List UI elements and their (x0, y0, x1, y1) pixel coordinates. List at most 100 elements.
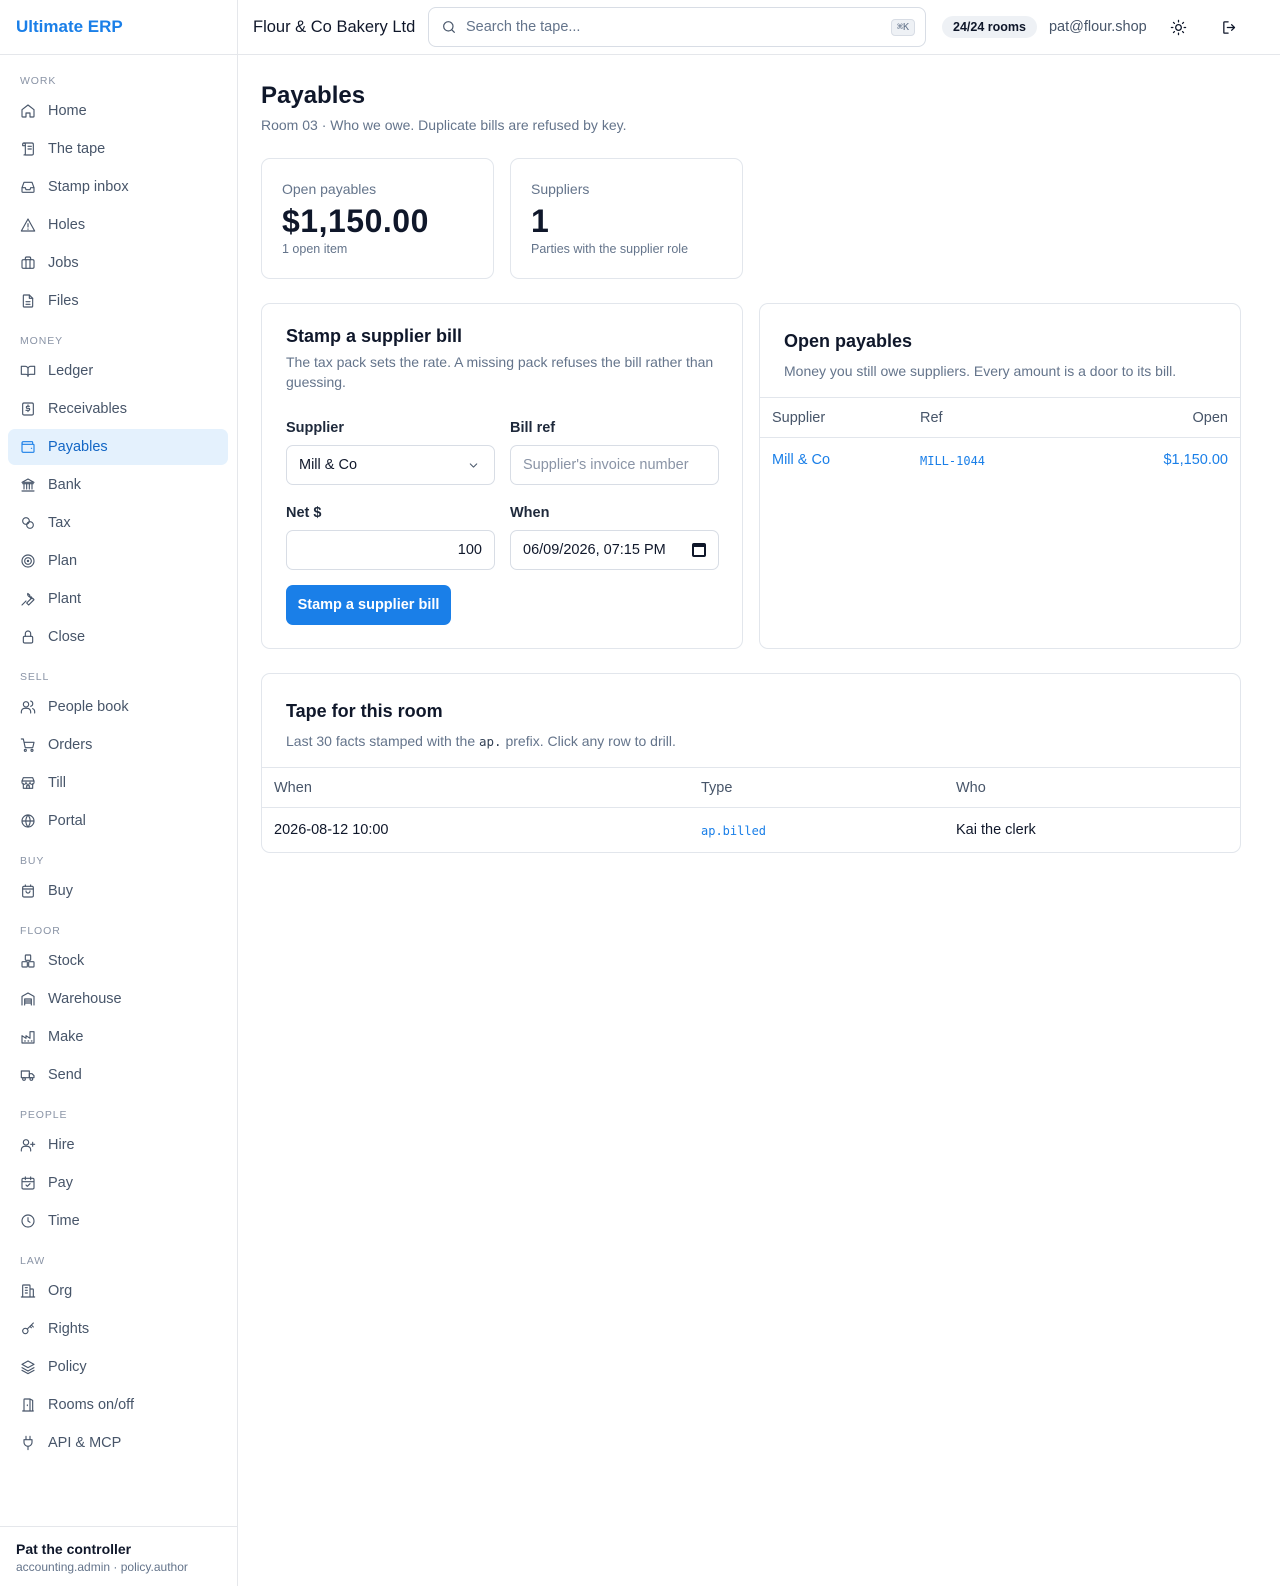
brand-logo[interactable]: Ultimate ERP (0, 0, 237, 55)
sidebar-item-label: Make (48, 1029, 84, 1045)
factory-icon (20, 1029, 36, 1045)
cart-icon (20, 737, 36, 753)
sidebar-item-buy[interactable]: Buy (8, 873, 228, 909)
clock-icon (20, 1213, 36, 1229)
sidebar-item-portal[interactable]: Portal (8, 803, 228, 839)
user-card[interactable]: Pat the controller accounting.admin · po… (0, 1526, 237, 1586)
sidebar-item-label: Org (48, 1283, 73, 1299)
search-shortcut: ⌘K (890, 19, 915, 36)
page-subtitle: Room 03 · Who we owe. Duplicate bills ar… (261, 117, 627, 133)
calendar-icon[interactable] (692, 543, 706, 557)
sun-icon[interactable] (1169, 17, 1189, 37)
stamp-bill-button[interactable]: Stamp a supplier bill (286, 585, 451, 625)
sidebar-item-stock[interactable]: Stock (8, 943, 228, 979)
sidebar-item-policy[interactable]: Policy (8, 1349, 228, 1385)
user-email: pat@flour.shop (1048, 19, 1147, 35)
sidebar-item-label: Plan (48, 553, 78, 569)
supplier-select[interactable]: Mill & Co (286, 445, 495, 485)
column-header-supplier: Supplier (772, 410, 826, 426)
net-amount-value: 100 (457, 542, 482, 558)
sidebar-item-close[interactable]: Close (8, 619, 228, 655)
topbar: Flour & Co Bakery Ltd Search the tape...… (238, 0, 1280, 55)
sidebar-item-api-mcp[interactable]: API & MCP (8, 1425, 228, 1461)
globe-icon (20, 813, 36, 829)
building-icon (20, 1283, 36, 1299)
calendar-check-icon (20, 1175, 36, 1191)
sidebar-item-label: Orders (48, 737, 93, 753)
column-header-type: Type (701, 780, 733, 796)
sidebar-item-label: Close (48, 629, 86, 645)
search-input[interactable]: Search the tape... ⌘K (428, 7, 926, 47)
sidebar-item-stamp-inbox[interactable]: Stamp inbox (8, 169, 228, 205)
nav-section-label: LAW (20, 1255, 46, 1267)
sidebar-item-tax[interactable]: Tax (8, 505, 228, 541)
supplier-selected-value: Mill & Co (299, 457, 358, 473)
sidebar-item-pay[interactable]: Pay (8, 1165, 228, 1201)
desc-before: Last 30 facts stamped with the (286, 733, 479, 749)
store-icon (20, 775, 36, 791)
rooms-badge: 24/24 rooms (942, 16, 1037, 38)
stat-card-suppliers: Suppliers 1 Parties with the supplier ro… (510, 158, 743, 279)
row-when: 2026-08-12 10:00 (274, 822, 389, 838)
sidebar-item-plant[interactable]: Plant (8, 581, 228, 617)
sidebar-item-label: Payables (48, 439, 108, 455)
open-amount-link[interactable]: $1,150.00 (1163, 452, 1228, 468)
sidebar-item-rooms-on-off[interactable]: Rooms on/off (8, 1387, 228, 1423)
sidebar-item-hire[interactable]: Hire (8, 1127, 228, 1163)
sidebar-item-time[interactable]: Time (8, 1203, 228, 1239)
column-header-when: When (274, 780, 312, 796)
card-title: Tape for this room (286, 701, 443, 721)
sidebar-item-label: Receivables (48, 401, 127, 417)
net-amount-input[interactable]: 100 (286, 530, 495, 570)
sidebar-item-label: Plant (48, 591, 82, 607)
sidebar-item-plan[interactable]: Plan (8, 543, 228, 579)
sidebar-item-label: Holes (48, 217, 86, 233)
sidebar-item-label: Portal (48, 813, 86, 829)
sidebar-item-payables[interactable]: Payables (8, 429, 228, 465)
truck-icon (20, 1067, 36, 1083)
sidebar-item-label: Stock (48, 953, 85, 969)
sidebar-item-people-book[interactable]: People book (8, 689, 228, 725)
column-header-open: Open (1192, 410, 1228, 426)
sidebar-item-orders[interactable]: Orders (8, 727, 228, 763)
sidebar-item-receivables[interactable]: Receivables (8, 391, 228, 427)
warehouse-icon (20, 991, 36, 1007)
nav-section-label: WORK (20, 75, 57, 87)
sidebar-item-till[interactable]: Till (8, 765, 228, 801)
sidebar-item-send[interactable]: Send (8, 1057, 228, 1093)
stamp-bill-card: Stamp a supplier bill The tax pack sets … (261, 303, 743, 649)
sidebar-item-label: The tape (48, 141, 106, 157)
sidebar-item-bank[interactable]: Bank (8, 467, 228, 503)
sidebar-item-rights[interactable]: Rights (8, 1311, 228, 1347)
sidebar-item-label: Rights (48, 1321, 90, 1337)
table-header: Supplier Ref Open (760, 397, 1240, 438)
sidebar-item-holes[interactable]: Holes (8, 207, 228, 243)
sidebar-item-the-tape[interactable]: The tape (8, 131, 228, 167)
scroll-icon (20, 141, 36, 157)
lock-icon (20, 629, 36, 645)
sidebar-item-org[interactable]: Org (8, 1273, 228, 1309)
inbox-icon (20, 179, 36, 195)
sidebar-item-warehouse[interactable]: Warehouse (8, 981, 228, 1017)
desc-after: prefix. Click any row to drill. (501, 733, 676, 749)
sidebar-item-ledger[interactable]: Ledger (8, 353, 228, 389)
org-name[interactable]: Flour & Co Bakery Ltd (253, 18, 428, 37)
boxes-icon (20, 953, 36, 969)
bill-ref-input[interactable]: Supplier's invoice number (510, 445, 719, 485)
sidebar-item-label: Till (48, 775, 66, 791)
sidebar-item-jobs[interactable]: Jobs (8, 245, 228, 281)
supplier-link[interactable]: Mill & Co (772, 452, 830, 468)
sidebar-item-label: Buy (48, 883, 73, 899)
card-title: Stamp a supplier bill (286, 326, 463, 346)
net-label: Net $ (286, 505, 322, 521)
user-roles: accounting.admin · policy.author (16, 1560, 188, 1574)
sidebar-item-label: Send (48, 1067, 82, 1083)
sidebar-item-make[interactable]: Make (8, 1019, 228, 1055)
sidebar: Ultimate ERP WORK Home The tape Stamp inbox… (0, 0, 238, 1586)
logout-icon[interactable] (1220, 17, 1240, 37)
sidebar-item-label: Ledger (48, 363, 94, 379)
user-plus-icon (20, 1137, 36, 1153)
sidebar-item-home[interactable]: Home (8, 93, 228, 129)
when-datetime-input[interactable]: 06/09/2026, 07:15 PM (510, 530, 719, 570)
sidebar-item-files[interactable]: Files (8, 283, 228, 319)
